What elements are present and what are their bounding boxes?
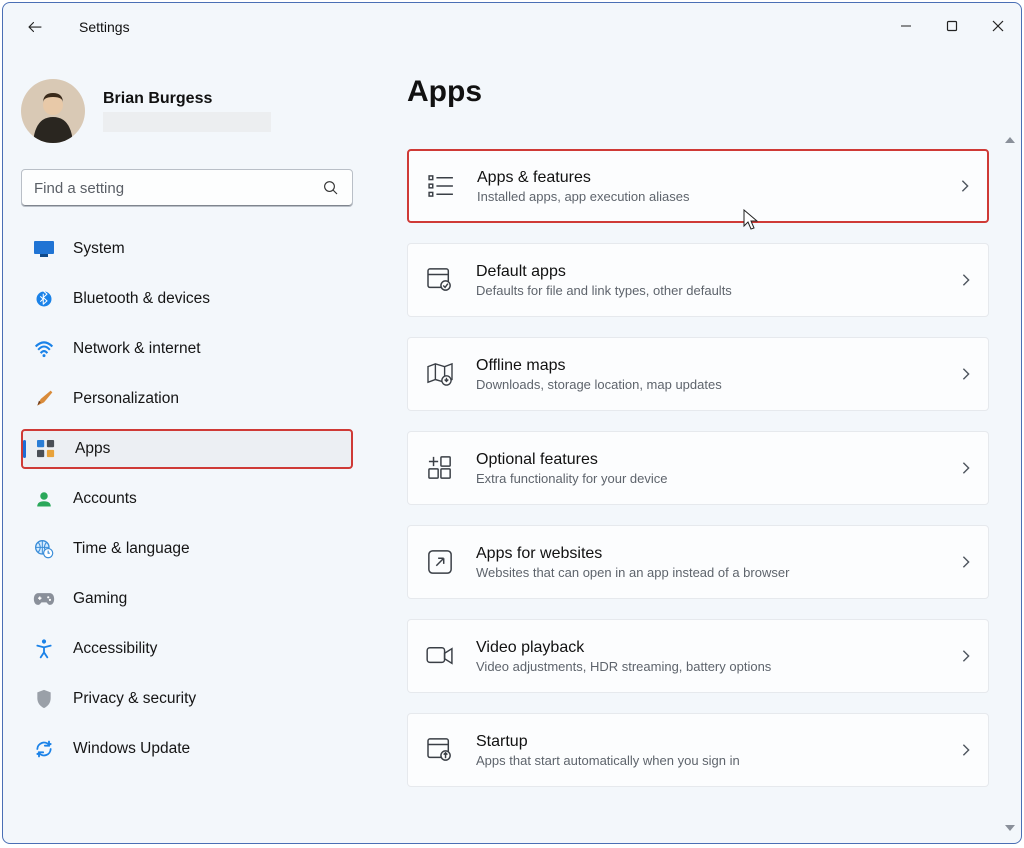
sidebar-item-label: Accounts [73, 490, 137, 508]
sidebar-item-bluetooth[interactable]: Bluetooth & devices [21, 279, 353, 319]
sidebar-item-label: Apps [75, 440, 110, 458]
selection-accent [23, 440, 26, 458]
sidebar-item-label: Time & language [73, 540, 190, 558]
sidebar-item-label: Privacy & security [73, 690, 196, 708]
cards-list: Apps & features Installed apps, app exec… [407, 149, 989, 803]
optional-icon [426, 454, 454, 482]
minimize-button[interactable] [883, 3, 929, 49]
map-icon [426, 360, 454, 388]
globe-clock-icon [33, 538, 55, 560]
chevron-right-icon [960, 743, 972, 757]
window-controls [883, 3, 1021, 49]
sidebar-item-accessibility[interactable]: Accessibility [21, 629, 353, 669]
arrow-left-icon [26, 18, 44, 36]
sidebar-item-apps[interactable]: Apps [21, 429, 353, 469]
monitor-icon [33, 238, 55, 260]
sidebar-item-accounts[interactable]: Accounts [21, 479, 353, 519]
card-subtitle: Extra functionality for your device [476, 471, 938, 486]
close-button[interactable] [975, 3, 1021, 49]
card-video-playback[interactable]: Video playback Video adjustments, HDR st… [407, 619, 989, 693]
brush-icon [33, 388, 55, 410]
chevron-right-icon [960, 649, 972, 663]
video-icon [426, 642, 454, 670]
scrollbar-up-icon[interactable] [1004, 135, 1018, 149]
card-title: Startup [476, 733, 938, 751]
bluetooth-icon [33, 288, 55, 310]
card-title: Video playback [476, 639, 938, 657]
chevron-right-icon [960, 555, 972, 569]
sidebar-item-personalization[interactable]: Personalization [21, 379, 353, 419]
card-optional-features[interactable]: Optional features Extra functionality fo… [407, 431, 989, 505]
header-title: Settings [79, 19, 130, 35]
list-icon [427, 172, 455, 200]
card-subtitle: Downloads, storage location, map updates [476, 377, 938, 392]
default-apps-icon [426, 266, 454, 294]
apps-icon [35, 438, 57, 460]
sidebar-item-label: Bluetooth & devices [73, 290, 210, 308]
card-subtitle: Defaults for file and link types, other … [476, 283, 938, 298]
back-button[interactable] [15, 7, 55, 47]
sidebar-item-network[interactable]: Network & internet [21, 329, 353, 369]
page-title: Apps [407, 75, 989, 109]
sidebar-item-label: Gaming [73, 590, 127, 608]
shield-icon [33, 688, 55, 710]
startup-icon [426, 736, 454, 764]
card-title: Apps & features [477, 169, 937, 187]
scrollbar-down-icon[interactable] [1004, 823, 1018, 837]
maximize-button[interactable] [929, 3, 975, 49]
search-box[interactable] [21, 169, 353, 207]
card-startup[interactable]: Startup Apps that start automatically wh… [407, 713, 989, 787]
card-apps-features[interactable]: Apps & features Installed apps, app exec… [407, 149, 989, 223]
gamepad-icon [33, 588, 55, 610]
sidebar-item-system[interactable]: System [21, 229, 353, 269]
chevron-right-icon [960, 367, 972, 381]
websites-icon [426, 548, 454, 576]
update-icon [33, 738, 55, 760]
sidebar-item-windows-update[interactable]: Windows Update [21, 729, 353, 769]
card-title: Apps for websites [476, 545, 938, 563]
sidebar-item-label: System [73, 240, 125, 258]
card-apps-websites[interactable]: Apps for websites Websites that can open… [407, 525, 989, 599]
card-subtitle: Apps that start automatically when you s… [476, 753, 938, 768]
card-subtitle: Installed apps, app execution aliases [477, 189, 937, 204]
search-icon [322, 179, 340, 197]
nav-list: System Bluetooth & devices Network & int… [21, 229, 353, 779]
card-subtitle: Websites that can open in an app instead… [476, 565, 938, 580]
avatar [21, 79, 85, 143]
sidebar-item-time-language[interactable]: Time & language [21, 529, 353, 569]
chevron-right-icon [960, 461, 972, 475]
sidebar-item-gaming[interactable]: Gaming [21, 579, 353, 619]
sidebar-item-label: Network & internet [73, 340, 201, 358]
header: Settings [3, 3, 1021, 51]
user-email-redacted [103, 112, 271, 132]
card-offline-maps[interactable]: Offline maps Downloads, storage location… [407, 337, 989, 411]
card-subtitle: Video adjustments, HDR streaming, batter… [476, 659, 938, 674]
card-default-apps[interactable]: Default apps Defaults for file and link … [407, 243, 989, 317]
sidebar-item-label: Windows Update [73, 740, 190, 758]
sidebar-item-privacy[interactable]: Privacy & security [21, 679, 353, 719]
card-title: Offline maps [476, 357, 938, 375]
chevron-right-icon [959, 179, 971, 193]
main-pane: Apps Apps & features Installed apps, app… [371, 51, 1021, 843]
search-input[interactable] [34, 180, 322, 197]
person-icon [33, 488, 55, 510]
sidebar-item-label: Accessibility [73, 640, 157, 658]
user-name: Brian Burgess [103, 90, 271, 108]
chevron-right-icon [960, 273, 972, 287]
user-profile[interactable]: Brian Burgess [21, 79, 353, 143]
content: Brian Burgess System [3, 51, 1021, 843]
sidebar-item-label: Personalization [73, 390, 179, 408]
sidebar: Brian Burgess System [3, 51, 371, 843]
settings-window: Settings Brian Burgess [2, 2, 1022, 844]
accessibility-icon [33, 638, 55, 660]
card-title: Optional features [476, 451, 938, 469]
wifi-icon [33, 338, 55, 360]
card-title: Default apps [476, 263, 938, 281]
